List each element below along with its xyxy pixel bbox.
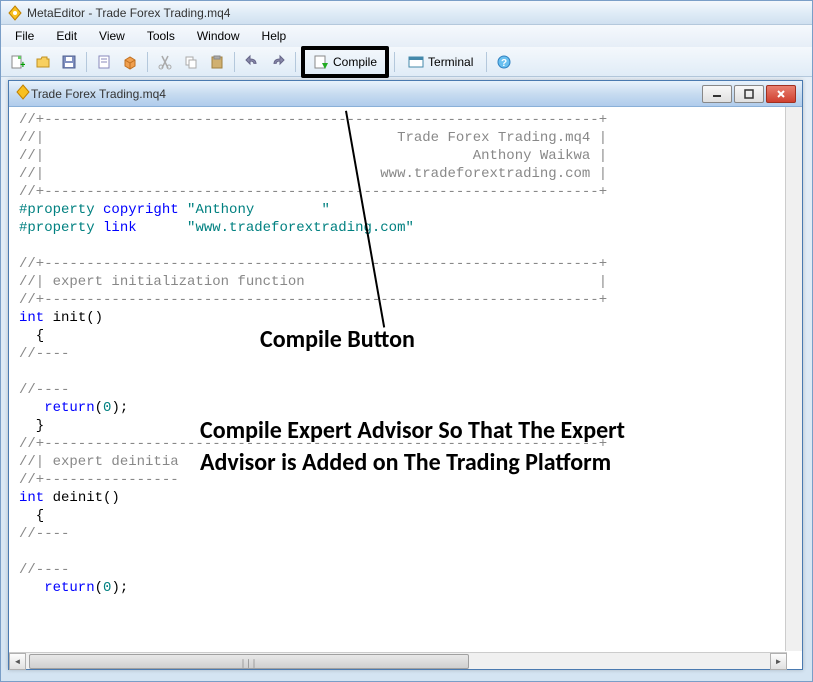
cut-button[interactable] <box>153 50 177 74</box>
paste-button[interactable] <box>205 50 229 74</box>
terminal-button[interactable]: Terminal <box>400 50 481 74</box>
separator <box>486 52 487 72</box>
scroll-thumb[interactable]: ∣∣∣ <box>29 654 469 669</box>
titlebar: MetaEditor - Trade Forex Trading.mq4 <box>1 1 812 25</box>
menu-tools[interactable]: Tools <box>137 27 185 45</box>
undo-button[interactable] <box>240 50 264 74</box>
copy-button[interactable] <box>179 50 203 74</box>
separator <box>394 52 395 72</box>
code-editor[interactable]: //+-------------------------------------… <box>9 107 802 651</box>
svg-text:+: + <box>20 60 25 70</box>
close-button[interactable] <box>766 85 796 103</box>
compile-label: Compile <box>333 55 377 69</box>
scroll-left-button[interactable]: ◄ <box>9 653 26 670</box>
help-button[interactable]: ? <box>492 50 516 74</box>
separator <box>86 52 87 72</box>
menubar: File Edit View Tools Window Help <box>1 25 812 47</box>
window-controls <box>702 85 796 103</box>
minimize-button[interactable] <box>702 85 732 103</box>
terminal-icon <box>408 54 424 70</box>
editor-window: Trade Forex Trading.mq4 //+-------------… <box>8 80 803 670</box>
terminal-label: Terminal <box>428 55 473 69</box>
redo-button[interactable] <box>266 50 290 74</box>
scroll-right-button[interactable]: ► <box>770 653 787 670</box>
separator <box>234 52 235 72</box>
editor-title: Trade Forex Trading.mq4 <box>31 87 702 101</box>
maximize-button[interactable] <box>734 85 764 103</box>
separator <box>147 52 148 72</box>
app-title: MetaEditor - Trade Forex Trading.mq4 <box>27 6 230 20</box>
annotation-text: Compile Expert Advisor So That The Exper… <box>200 415 700 479</box>
open-file-button[interactable] <box>31 50 55 74</box>
menu-help[interactable]: Help <box>252 27 297 45</box>
compile-icon <box>313 54 329 70</box>
menu-file[interactable]: File <box>5 27 44 45</box>
menu-view[interactable]: View <box>89 27 135 45</box>
svg-text:?: ? <box>501 58 507 69</box>
editor-titlebar: Trade Forex Trading.mq4 <box>9 81 802 107</box>
horizontal-scrollbar[interactable]: ◄ ∣∣∣ ► <box>9 652 787 669</box>
vertical-scrollbar[interactable] <box>785 107 802 651</box>
menu-edit[interactable]: Edit <box>46 27 87 45</box>
toolbar: + Compile Terminal ? <box>1 47 812 77</box>
compile-button[interactable]: Compile <box>301 46 389 78</box>
box-button[interactable] <box>118 50 142 74</box>
file-icon <box>15 84 31 103</box>
save-button[interactable] <box>57 50 81 74</box>
menu-window[interactable]: Window <box>187 27 250 45</box>
separator <box>295 52 296 72</box>
annotation-label: Compile Button <box>260 325 415 354</box>
new-file-button[interactable]: + <box>5 50 29 74</box>
app-icon <box>7 5 23 21</box>
book-button[interactable] <box>92 50 116 74</box>
